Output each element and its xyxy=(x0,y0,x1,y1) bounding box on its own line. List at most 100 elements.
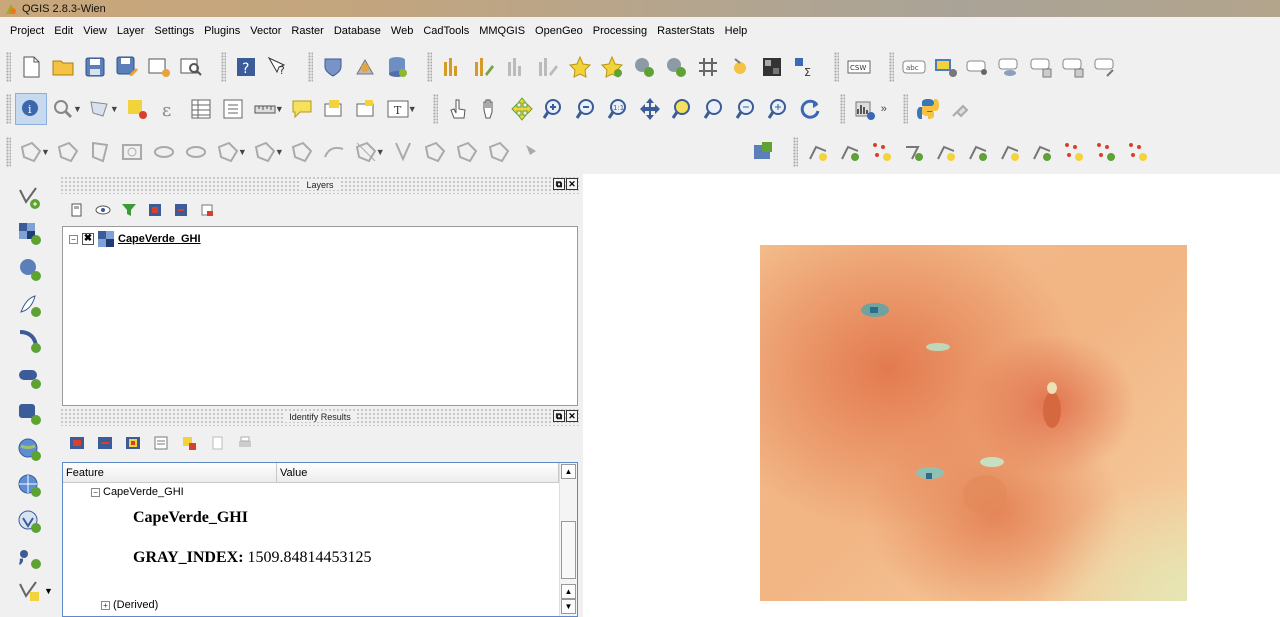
vertex-tool-4-button[interactable] xyxy=(898,136,930,168)
digitize-tool-2-button[interactable] xyxy=(468,51,500,83)
menu-settings[interactable]: Settings xyxy=(149,17,199,45)
whats-this-button[interactable]: ? xyxy=(262,51,294,83)
zoom-selection-button[interactable] xyxy=(666,93,698,125)
zoom-out-button[interactable] xyxy=(570,93,602,125)
scroll-up-arrow[interactable]: ▲ xyxy=(561,464,576,479)
column-header-value[interactable]: Value xyxy=(277,463,559,482)
zoom-last-button[interactable] xyxy=(730,93,762,125)
pan-map-button[interactable] xyxy=(474,93,506,125)
identify-features-button[interactable]: i xyxy=(15,93,47,125)
float-panel-button[interactable]: ⧉ xyxy=(553,178,565,190)
zoom-full-button[interactable] xyxy=(634,93,666,125)
add-postgis-table-button[interactable] xyxy=(317,51,349,83)
new-project-button[interactable] xyxy=(15,51,47,83)
chevron-down-icon[interactable]: ▼ xyxy=(110,104,119,114)
print-icon[interactable] xyxy=(236,434,254,452)
filter-icon[interactable] xyxy=(120,201,138,219)
adv-digitize-9-button[interactable] xyxy=(286,136,318,168)
zoom-in-button[interactable] xyxy=(538,93,570,125)
scroll-thumb[interactable] xyxy=(561,521,576,579)
composer-manager-button[interactable] xyxy=(175,51,207,83)
save-project-button[interactable] xyxy=(79,51,111,83)
new-shapefile-button[interactable] xyxy=(14,576,44,606)
menu-layer[interactable]: Layer xyxy=(112,17,150,45)
expand-toggle[interactable]: + xyxy=(101,600,110,610)
add-postgis-layer-button[interactable] xyxy=(14,254,44,284)
menu-help[interactable]: Help xyxy=(720,17,753,45)
vertex-tool-3-button[interactable] xyxy=(866,136,898,168)
label-tool-4-button[interactable] xyxy=(994,51,1026,83)
adv-digitize-3-button[interactable] xyxy=(84,136,116,168)
deselect-button[interactable] xyxy=(121,93,153,125)
chevron-down-icon[interactable]: ▼ xyxy=(238,147,247,157)
toolbar-grip[interactable] xyxy=(839,94,845,124)
plugin-tool-2-button[interactable] xyxy=(660,51,692,83)
bulb-tool-button[interactable] xyxy=(724,51,756,83)
adv-digitize-12-button[interactable] xyxy=(387,136,419,168)
toolbar-grip[interactable] xyxy=(6,137,11,167)
more-tools-icon[interactable]: » xyxy=(881,103,887,115)
pan-to-selection-button[interactable] xyxy=(506,93,538,125)
vertex-tool-7-button[interactable] xyxy=(994,136,1026,168)
tree-node-layer[interactable]: − CapeVerde_GHI xyxy=(91,486,184,498)
highlight-tool-1-button[interactable] xyxy=(564,51,596,83)
layers-panel-titlebar[interactable]: Layers ⧉ ✕ xyxy=(60,176,580,194)
label-tool-7-button[interactable] xyxy=(1090,51,1122,83)
toolbar-grip[interactable] xyxy=(902,94,908,124)
add-spatialite-layer-button[interactable] xyxy=(14,290,44,320)
raster-ghi-map[interactable] xyxy=(760,245,1187,601)
toolbar-grip[interactable] xyxy=(6,94,11,124)
open-form-icon[interactable] xyxy=(152,434,170,452)
adv-digitize-6-button[interactable] xyxy=(180,136,212,168)
expand-new-icon[interactable] xyxy=(124,434,142,452)
raster-calc-button[interactable] xyxy=(756,51,788,83)
add-oracle-layer-button[interactable] xyxy=(14,362,44,392)
add-wfs-layer-button[interactable] xyxy=(14,506,44,536)
zoom-native-button[interactable]: 1:1 xyxy=(602,93,634,125)
plugin-manager-button[interactable] xyxy=(944,93,976,125)
toolbar-grip[interactable] xyxy=(432,94,438,124)
menu-view[interactable]: View xyxy=(78,17,112,45)
menu-plugins[interactable]: Plugins xyxy=(199,17,245,45)
show-bookmarks-button[interactable] xyxy=(350,93,382,125)
layer-name[interactable]: CapeVerde_GHI xyxy=(118,233,201,245)
collapse-tree-icon[interactable] xyxy=(96,434,114,452)
label-tool-5-button[interactable] xyxy=(1026,51,1058,83)
stats-sum-button[interactable]: Σ xyxy=(788,51,820,83)
expand-tree-icon[interactable] xyxy=(68,434,86,452)
label-tool-1-button[interactable]: abc xyxy=(898,51,930,83)
toolbar-grip[interactable] xyxy=(6,51,11,82)
vertex-tool-6-button[interactable] xyxy=(962,136,994,168)
menu-processing[interactable]: Processing xyxy=(588,17,652,45)
scroll-up-arrow[interactable]: ▲ xyxy=(561,584,576,599)
eye-visibility-icon[interactable] xyxy=(94,201,112,219)
add-wcs-layer-button[interactable] xyxy=(14,470,44,500)
adv-digitize-10-button[interactable] xyxy=(318,136,350,168)
db-manager-button[interactable] xyxy=(381,51,413,83)
vertex-tool-2-button[interactable] xyxy=(834,136,866,168)
vertex-tool-5-button[interactable] xyxy=(930,136,962,168)
grid-tool-button[interactable] xyxy=(692,51,724,83)
toolbar-grip[interactable] xyxy=(834,51,839,82)
layer-visibility-checkbox[interactable]: ✖ xyxy=(82,233,94,245)
toolbar-grip[interactable] xyxy=(221,51,226,82)
column-header-feature[interactable]: Feature xyxy=(63,463,277,482)
highlight-tool-2-button[interactable] xyxy=(596,51,628,83)
menu-edit[interactable]: Edit xyxy=(49,17,78,45)
chevron-down-icon[interactable]: ▼ xyxy=(408,104,417,114)
layer-row-capeverde[interactable]: − ✖ CapeVerde_GHI xyxy=(69,231,201,247)
digitize-tool-3-button[interactable] xyxy=(500,51,532,83)
add-db2-layer-button[interactable] xyxy=(14,398,44,428)
chevron-down-icon[interactable]: ▼ xyxy=(44,586,53,596)
label-tool-6-button[interactable] xyxy=(1058,51,1090,83)
close-panel-button[interactable]: ✕ xyxy=(566,410,578,422)
tree-node-derived[interactable]: + (Derived) xyxy=(101,599,158,611)
chevron-down-icon[interactable]: ▼ xyxy=(275,147,284,157)
vertex-tool-1-button[interactable] xyxy=(802,136,834,168)
menu-vector[interactable]: Vector xyxy=(245,17,286,45)
refresh-button[interactable] xyxy=(794,93,826,125)
toolbar-grip[interactable] xyxy=(889,51,894,82)
touch-zoom-button[interactable] xyxy=(442,93,474,125)
digitize-tool-1-button[interactable] xyxy=(436,51,468,83)
chevron-down-icon[interactable]: ▼ xyxy=(275,104,284,114)
